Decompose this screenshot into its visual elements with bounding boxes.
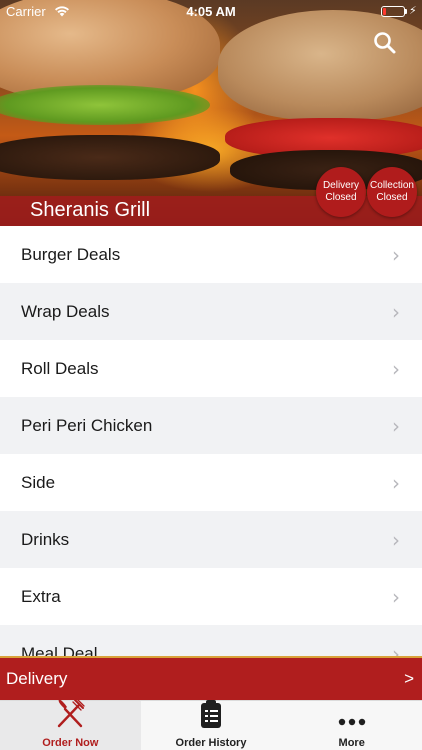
category-label: Extra <box>21 586 61 606</box>
tab-label: Order History <box>175 737 247 749</box>
clipboard-list-icon <box>198 698 224 735</box>
chevron-right-icon: › <box>392 584 400 609</box>
tab-order-history[interactable]: Order History <box>141 698 282 750</box>
fork-knife-icon <box>53 696 87 735</box>
chevron-right-icon: › <box>392 242 400 267</box>
burger-image-left-patty <box>0 135 220 180</box>
category-label: Side <box>21 472 56 492</box>
category-item-drinks[interactable]: Drinks › <box>0 511 422 568</box>
chevron-right-icon: › <box>392 299 400 324</box>
tab-bar: Order Now Order History More <box>0 698 422 750</box>
battery-level <box>383 8 386 15</box>
search-icon[interactable] <box>372 30 398 56</box>
collection-badge-line1: Collection <box>370 180 414 191</box>
chevron-right-icon: › <box>392 527 400 552</box>
category-item-side[interactable]: Side › <box>0 454 422 511</box>
store-name: Sheranis Grill <box>30 199 151 221</box>
delivery-mode-arrow: > <box>404 669 414 688</box>
burger-image-left-lettuce <box>0 85 210 125</box>
chevron-right-icon: › <box>392 641 400 657</box>
category-label: Meal Deal <box>21 643 98 657</box>
delivery-status-badge: Delivery Closed <box>316 167 366 217</box>
charging-icon: ⚡ <box>409 5 417 17</box>
tab-more[interactable]: More <box>281 701 422 750</box>
burger-image-right-bun <box>218 10 422 120</box>
chevron-right-icon: › <box>392 356 400 381</box>
category-label: Burger Deals <box>21 244 121 264</box>
chevron-right-icon: › <box>392 413 400 438</box>
more-dots-icon <box>337 710 367 735</box>
category-list: Burger Deals › Wrap Deals › Roll Deals ›… <box>0 226 422 656</box>
category-item-wrap-deals[interactable]: Wrap Deals › <box>0 283 422 340</box>
tab-order-now[interactable]: Order Now <box>0 698 141 750</box>
category-item-extra[interactable]: Extra › <box>0 568 422 625</box>
category-item-roll-deals[interactable]: Roll Deals › <box>0 340 422 397</box>
collection-badge-line2: Closed <box>376 192 408 203</box>
delivery-mode-bar[interactable]: Delivery > <box>0 656 422 700</box>
category-item-meal-deal[interactable]: Meal Deal › <box>0 625 422 656</box>
status-bar: Carrier 4:05 AM ⚡ <box>0 0 422 22</box>
battery-nub <box>405 9 407 14</box>
category-item-burger-deals[interactable]: Burger Deals › <box>0 226 422 283</box>
collection-status-badge: Collection Closed <box>367 167 417 217</box>
category-label: Wrap Deals <box>21 301 110 321</box>
tab-label: Order Now <box>42 737 99 749</box>
category-label: Drinks <box>21 529 70 549</box>
clock: 4:05 AM <box>186 4 236 19</box>
delivery-badge-line1: Delivery <box>322 180 360 191</box>
delivery-badge-line2: Closed <box>325 192 357 203</box>
tab-label: More <box>338 737 365 749</box>
category-label: Roll Deals <box>21 358 99 378</box>
battery-icon <box>381 6 405 17</box>
category-label: Peri Peri Chicken <box>21 415 153 435</box>
category-item-peri-peri-chicken[interactable]: Peri Peri Chicken › <box>0 397 422 454</box>
chevron-right-icon: › <box>392 470 400 495</box>
delivery-mode-label: Delivery <box>6 669 68 688</box>
